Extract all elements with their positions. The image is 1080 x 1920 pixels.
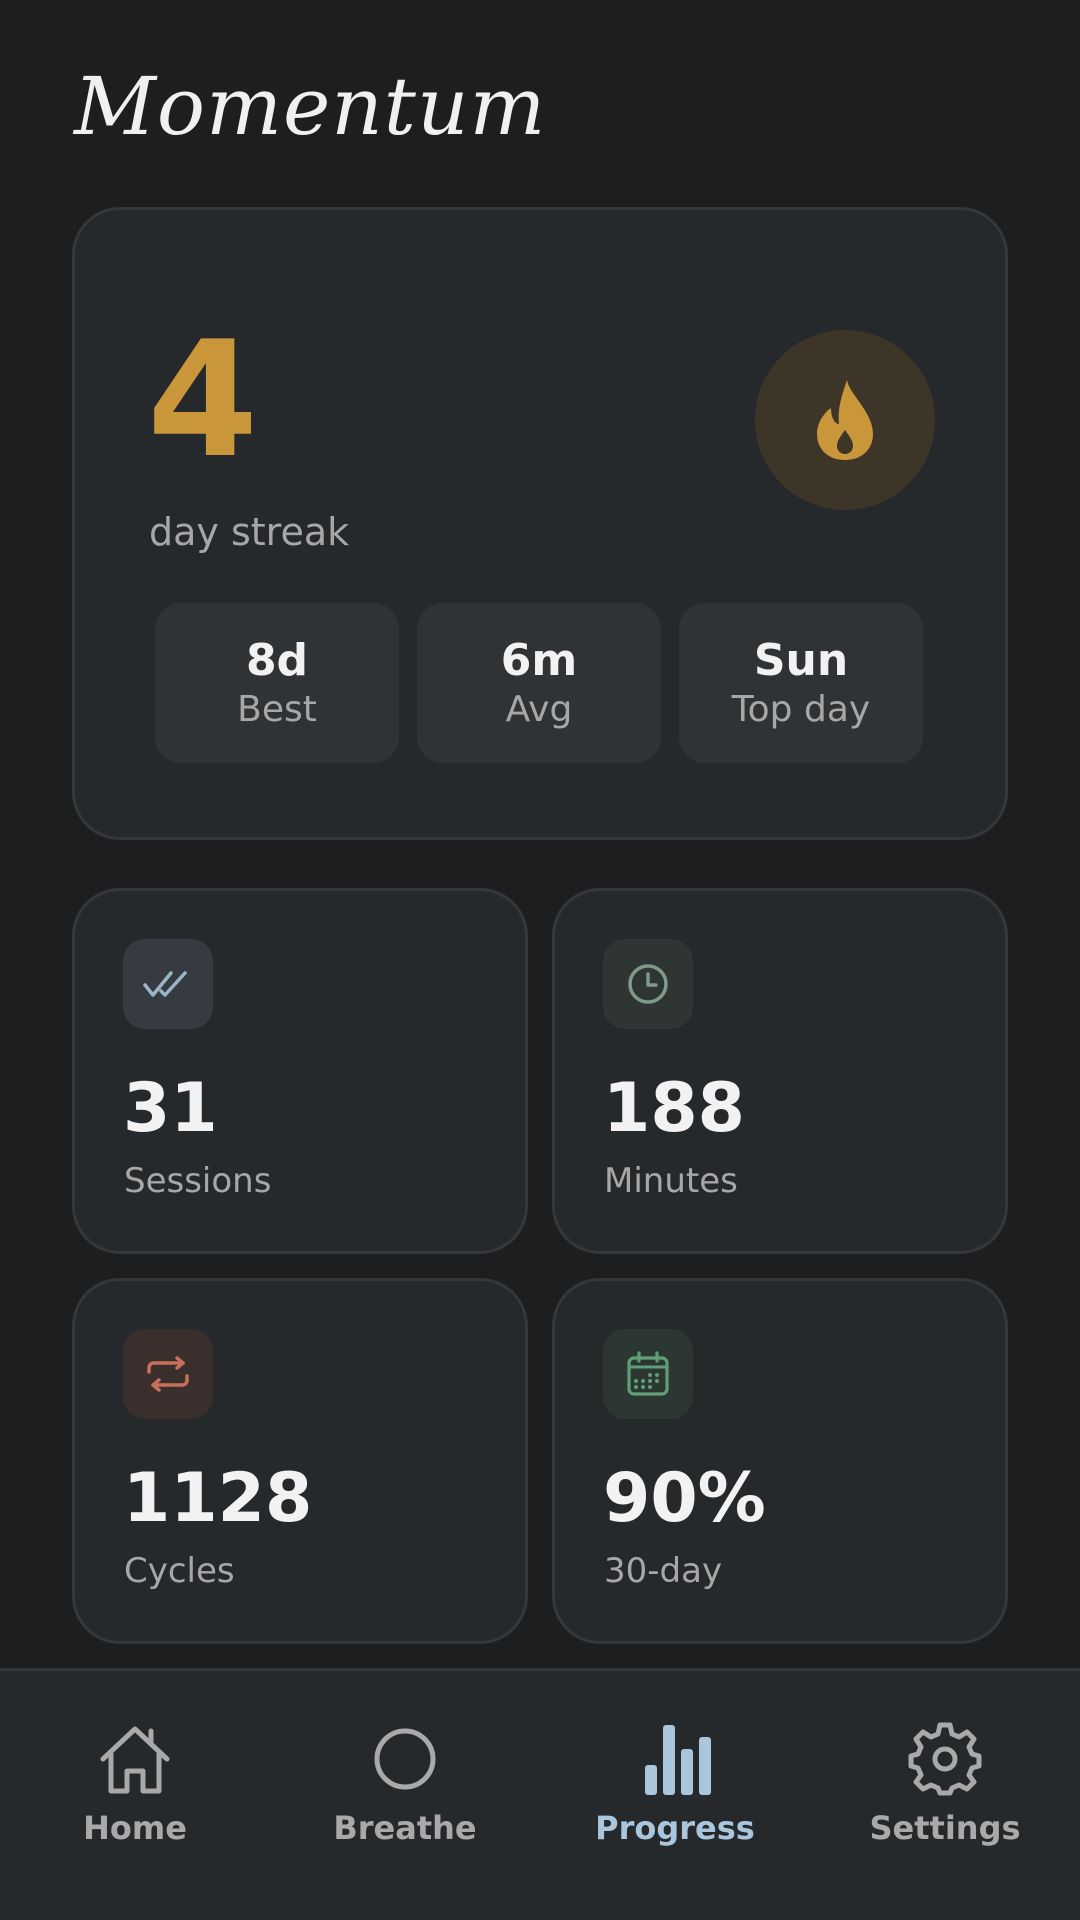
gear-icon: [908, 1722, 982, 1796]
app-title: Momentum: [74, 60, 547, 153]
stat-value: 31: [123, 1069, 218, 1148]
mini-stat-avg: 6m Avg: [417, 603, 661, 763]
mini-stat-value: Sun: [753, 635, 849, 686]
stat-icon-box: [603, 1329, 693, 1419]
stat-icon-box: [123, 1329, 213, 1419]
stat-icon-box: [603, 939, 693, 1029]
stat-card-minutes[interactable]: 188 Minutes: [552, 888, 1008, 1254]
stat-label: 30-day: [604, 1551, 723, 1591]
streak-mini-stats: 8d Best 6m Avg Sun Top day: [155, 603, 925, 763]
double-check-icon: [143, 971, 187, 997]
stat-card-30-day[interactable]: 90% 30-day: [552, 1278, 1008, 1644]
repeat-icon: [147, 1356, 189, 1392]
nav-item-breathe[interactable]: Breathe: [305, 1721, 505, 1861]
stat-value: 1128: [123, 1459, 313, 1538]
bottom-nav: Home Breathe Progress Settings: [0, 1668, 1080, 1920]
mini-stat-label: Avg: [505, 688, 573, 730]
nav-item-progress[interactable]: Progress: [575, 1721, 775, 1861]
nav-label: Breathe: [333, 1809, 477, 1847]
stat-value: 90%: [603, 1459, 766, 1538]
stat-label: Minutes: [604, 1161, 738, 1201]
stat-label: Sessions: [124, 1161, 272, 1201]
mini-stat-best: 8d Best: [155, 603, 399, 763]
bar-chart-icon: [645, 1725, 711, 1795]
stat-card-cycles[interactable]: 1128 Cycles: [72, 1278, 528, 1644]
stat-label: Cycles: [124, 1551, 235, 1591]
mini-stat-label: Best: [237, 688, 317, 730]
mini-stat-value: 8d: [245, 635, 309, 686]
streak-value: 4: [147, 306, 259, 493]
streak-label: day streak: [149, 510, 350, 554]
home-icon: [100, 1726, 170, 1794]
mini-stat-top-day: Sun Top day: [679, 603, 923, 763]
stat-icon-box: [123, 939, 213, 1029]
nav-label: Settings: [869, 1809, 1021, 1847]
stat-value: 188: [603, 1069, 745, 1148]
nav-item-settings[interactable]: Settings: [845, 1721, 1045, 1861]
stat-card-sessions[interactable]: 31 Sessions: [72, 888, 528, 1254]
flame-badge: [755, 330, 935, 510]
mini-stat-value: 6m: [500, 635, 578, 686]
mini-stat-label: Top day: [731, 688, 871, 730]
clock-icon: [628, 964, 668, 1004]
nav-item-home[interactable]: Home: [35, 1721, 235, 1861]
nav-label: Home: [83, 1809, 187, 1847]
calendar-icon: [627, 1351, 669, 1396]
streak-card: 4 day streak 8d Best 6m Avg Sun Top day: [72, 207, 1008, 840]
flame-icon: [817, 380, 873, 460]
circle-icon: [374, 1728, 436, 1790]
nav-label: Progress: [595, 1809, 755, 1847]
